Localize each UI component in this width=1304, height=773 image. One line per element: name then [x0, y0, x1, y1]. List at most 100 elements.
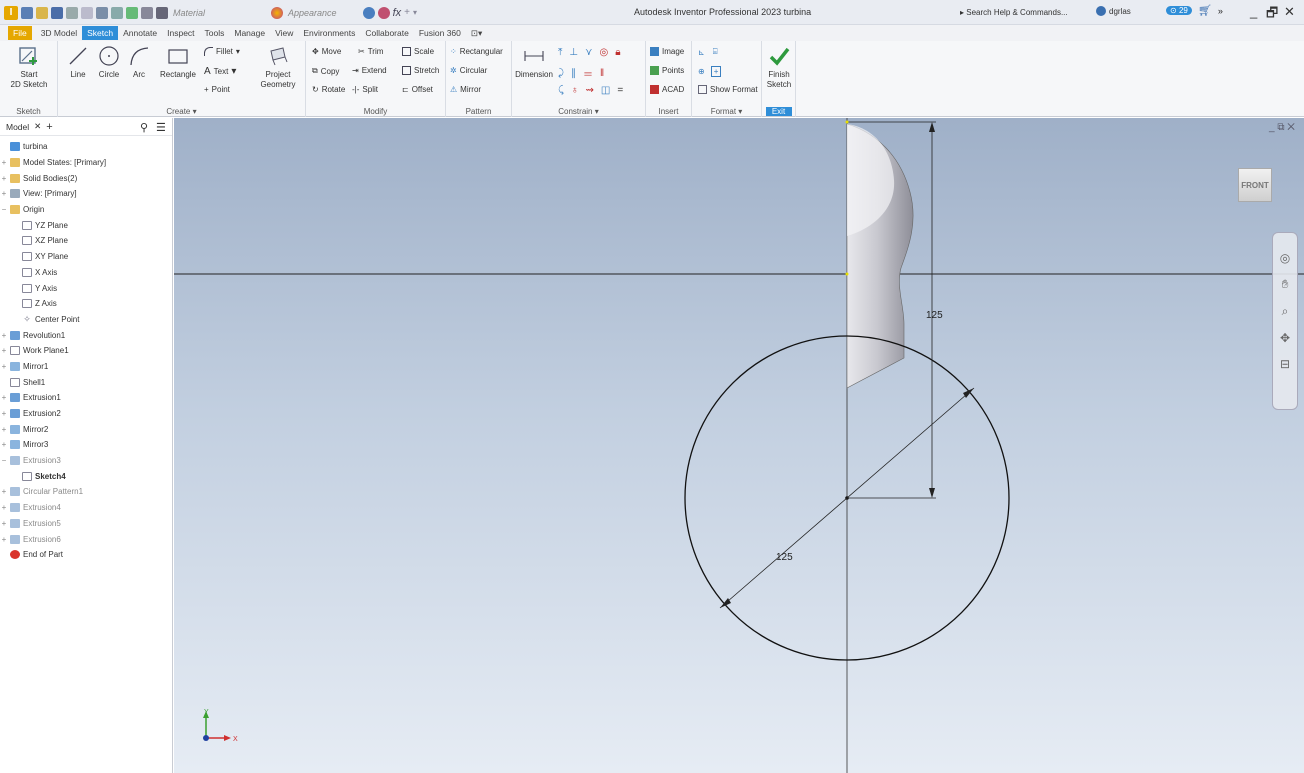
tab-inspect[interactable]: Inspect: [162, 26, 199, 40]
offset-button[interactable]: ⊏ Offset: [402, 85, 433, 94]
tangent-icon[interactable]: ⋎: [585, 47, 592, 58]
app-icon[interactable]: I: [4, 5, 18, 20]
rectangle-button[interactable]: Rectangle: [158, 45, 198, 80]
rectangular-pattern-button[interactable]: ⁘ Rectangular: [450, 47, 503, 56]
acad-button[interactable]: ACAD: [650, 85, 684, 94]
finish-sketch-button[interactable]: Finish Sketch: [764, 45, 794, 90]
plus-icon[interactable]: +: [404, 7, 410, 18]
fillet-button[interactable]: Fillet ▾: [204, 47, 240, 56]
tab-collaborate[interactable]: Collaborate: [360, 26, 413, 40]
tree-node-yz-plane[interactable]: YZ Plane: [0, 217, 172, 233]
tree-node-model-states[interactable]: + Model States: [Primary]: [0, 155, 172, 171]
close-button[interactable]: ✕: [1284, 4, 1295, 20]
graphics-viewport[interactable]: 125 125 Y X FRONT _ ⧉ ✕ ◎ ✋︎ ⌕ ✥ ⊟: [174, 118, 1304, 773]
tab-manage[interactable]: Manage: [229, 26, 270, 40]
coincident-icon[interactable]: ⤒: [558, 47, 562, 58]
tree-node-revolution1[interactable]: + Revolution1: [0, 327, 172, 343]
notification-badge[interactable]: ⊙ 29: [1166, 6, 1192, 15]
panel-constrain-title[interactable]: Constrain ▾: [512, 107, 645, 116]
viewport-maximize-icon[interactable]: ⧉: [1277, 122, 1284, 133]
appearance-dropdown[interactable]: Appearance: [288, 8, 337, 18]
tree-node-mirror2[interactable]: + Mirror2: [0, 421, 172, 437]
show-format-button[interactable]: Show Format: [698, 85, 758, 94]
dimension-button[interactable]: Dimension: [514, 45, 554, 80]
collinear-icon[interactable]: ⤸: [558, 68, 564, 79]
clear-appearance-icon[interactable]: [362, 6, 375, 19]
sketch-canvas[interactable]: 125 125: [174, 118, 1304, 773]
cart-icon[interactable]: 🛒︎: [1198, 4, 1212, 17]
concentric-icon[interactable]: ◎: [599, 47, 608, 58]
more-icon[interactable]: »: [1218, 6, 1223, 16]
tree-node-work-plane1[interactable]: + Work Plane1: [0, 343, 172, 359]
tree-node-extrusion5[interactable]: + Extrusion5: [0, 516, 172, 532]
show-constraints-icon[interactable]: ◫: [601, 85, 610, 96]
circular-pattern-button[interactable]: ✲ Circular: [450, 66, 487, 75]
vertical-icon[interactable]: ‖: [600, 68, 604, 79]
tab-environments[interactable]: Environments: [298, 26, 360, 40]
parallel-icon[interactable]: ∥: [571, 68, 576, 79]
zoom-icon[interactable]: ⌕: [1282, 304, 1289, 319]
tree-node-solid-bodies[interactable]: + Solid Bodies(2): [0, 170, 172, 186]
equal-length-icon[interactable]: =: [617, 85, 623, 96]
tree-node-shell1[interactable]: Shell1: [0, 374, 172, 390]
tree-node-extrusion4[interactable]: + Extrusion4: [0, 500, 172, 516]
tree-node-view[interactable]: + View: [Primary]: [0, 186, 172, 202]
pan-icon[interactable]: ✋︎: [1282, 277, 1289, 292]
material-dropdown[interactable]: Material: [173, 8, 205, 18]
tree-node-xy-plane[interactable]: XY Plane: [0, 249, 172, 265]
tab-overflow-icon[interactable]: ⊡▾: [466, 26, 487, 40]
center-point-icon[interactable]: ⊕: [698, 67, 705, 76]
tab-file[interactable]: File: [8, 26, 32, 40]
equal-icon[interactable]: ⇝: [586, 85, 594, 96]
steering-wheel-icon[interactable]: ◎: [1280, 251, 1290, 265]
redo-icon[interactable]: [81, 6, 93, 19]
line-button[interactable]: Line: [64, 45, 92, 80]
trim-button[interactable]: ✂ Trim: [358, 47, 383, 56]
tree-node-extrusion6[interactable]: + Extrusion6: [0, 531, 172, 547]
arc-button[interactable]: Arc: [126, 45, 152, 80]
viewport-close-icon[interactable]: ✕: [1287, 122, 1295, 133]
tree-node-mirror3[interactable]: + Mirror3: [0, 437, 172, 453]
move-button[interactable]: ✥ Move: [312, 47, 341, 56]
tree-node-x-axis[interactable]: X Axis: [0, 265, 172, 281]
circle-button[interactable]: Circle: [94, 45, 124, 80]
panel-format-title[interactable]: Format ▾: [692, 107, 761, 116]
tab-sketch[interactable]: Sketch: [82, 26, 119, 40]
customize-icon[interactable]: ▾: [413, 8, 417, 17]
tree-node-extrusion1[interactable]: + Extrusion1: [0, 390, 172, 406]
add-tab-icon[interactable]: +: [46, 121, 52, 133]
appearance-icon[interactable]: [271, 6, 284, 19]
menu-icon[interactable]: ☰: [156, 121, 166, 134]
user-account[interactable]: dgrlas: [1096, 6, 1131, 16]
tab-tools[interactable]: Tools: [200, 26, 230, 40]
dimension-diameter-value[interactable]: 125: [776, 552, 793, 563]
image-button[interactable]: Image: [650, 47, 684, 56]
rotate-button[interactable]: ↻ Rotate: [312, 85, 345, 94]
search-icon[interactable]: ⚲: [140, 121, 148, 134]
tab-model[interactable]: Model: [6, 122, 29, 132]
save-icon[interactable]: [51, 6, 63, 19]
home-icon[interactable]: [96, 6, 108, 19]
project-geometry-button[interactable]: Project Geometry: [254, 45, 302, 90]
tree-node-turbina[interactable]: turbina: [0, 139, 172, 155]
dimension-vertical-value[interactable]: 125: [926, 310, 943, 321]
split-button[interactable]: -|- Split: [352, 85, 378, 94]
viewcube[interactable]: FRONT: [1238, 168, 1272, 202]
fix-icon[interactable]: 🔒︎: [615, 47, 620, 58]
select-icon[interactable]: [126, 6, 138, 19]
measure-icon[interactable]: [141, 6, 153, 19]
tree-node-extrusion3[interactable]: − Extrusion3: [0, 453, 172, 469]
close-tab-icon[interactable]: ✕: [34, 121, 41, 132]
mirror-button[interactable]: ⚠ Mirror: [450, 85, 481, 94]
perpendicular-icon[interactable]: ⊥: [569, 47, 578, 58]
tab-annotate[interactable]: Annotate: [118, 26, 162, 40]
panel-create-title[interactable]: Create ▾: [58, 107, 305, 116]
tree-node-circular-pattern1[interactable]: + Circular Pattern1: [0, 484, 172, 500]
tree-node-center-point[interactable]: ✧ Center Point: [0, 312, 172, 328]
tree-node-z-axis[interactable]: Z Axis: [0, 296, 172, 312]
viewport-minimize-icon[interactable]: _: [1269, 122, 1275, 133]
centerline-icon[interactable]: ⌸: [713, 47, 718, 57]
smooth-icon[interactable]: ⤹: [558, 85, 564, 96]
tab-view[interactable]: View: [270, 26, 298, 40]
stretch-button[interactable]: Stretch: [402, 66, 439, 75]
